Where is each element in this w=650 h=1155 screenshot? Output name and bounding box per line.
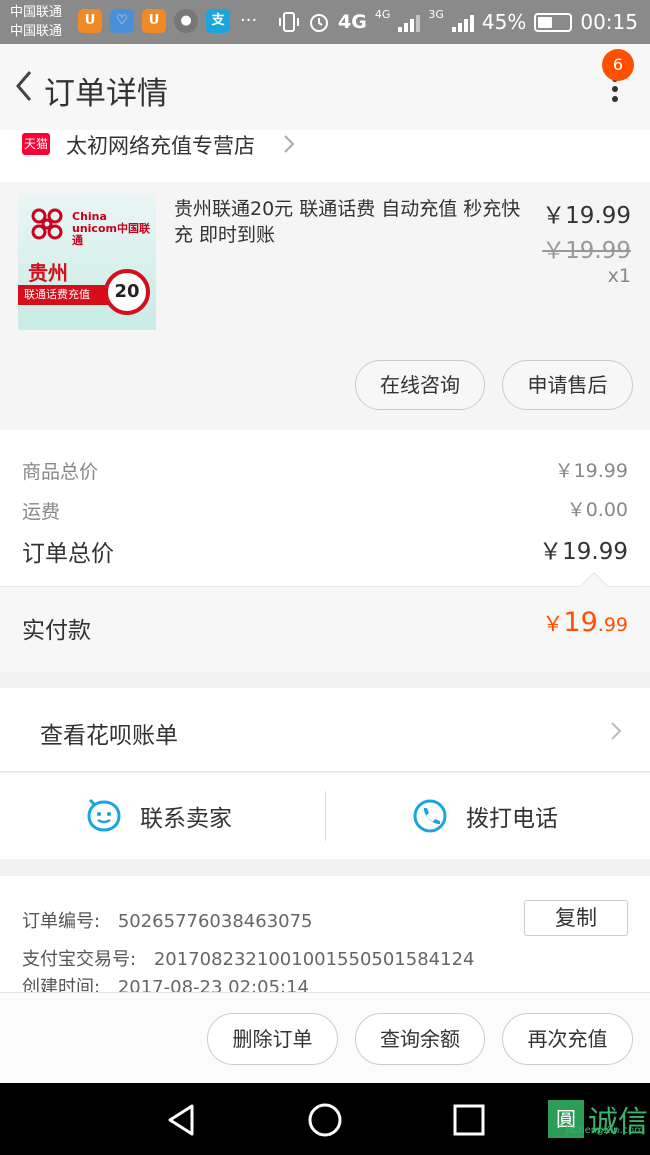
contact-seller-button[interactable]: 联系卖家 — [86, 773, 232, 859]
delete-order-button[interactable]: 删除订单 — [207, 1013, 338, 1065]
order-total-label: 订单总价 — [22, 541, 114, 567]
uc-browser-icon: U — [78, 9, 102, 33]
battery-percent: 45% — [481, 10, 527, 34]
paid-row: 实付款 ￥19.99 — [0, 571, 650, 672]
thumb-brand-line2: unicom中国联通 — [72, 222, 150, 247]
bottom-action-bar: 删除订单 查询余额 再次充值 — [0, 992, 650, 1083]
system-nav-bar: 圓 诚信 JiChengXin.com — [0, 1083, 650, 1155]
alipay-number-row: 支付宝交易号: 2017082321001001550501584124 — [22, 945, 474, 971]
contact-seller-label: 联系卖家 — [140, 806, 232, 832]
network-3g-label: 3G — [428, 8, 444, 21]
chat-bubble-icon — [87, 798, 121, 832]
product-price: ￥19.99 — [542, 203, 631, 229]
paid-currency: ￥ — [542, 612, 564, 636]
created-time-value: 2017-08-23 02:05:14 — [117, 977, 309, 992]
consult-button[interactable]: 在线咨询 — [355, 360, 485, 410]
chevron-right-icon — [284, 135, 295, 153]
created-time-label: 创建时间: — [22, 977, 101, 992]
alipay-number-value: 2017082321001001550501584124 — [153, 949, 475, 970]
order-number-value: 50265776038463075 — [117, 911, 313, 932]
paid-integer: 19 — [563, 607, 598, 638]
call-label: 拨打电话 — [466, 806, 558, 832]
product-item[interactable]: China unicom中国联通 贵州 联通话费充值 20 贵州联通20元 联通… — [0, 182, 650, 430]
nav-home-icon[interactable] — [306, 1101, 344, 1139]
huabei-bill-row[interactable]: 查看花呗账单 — [0, 688, 650, 772]
clock: 00:15 — [580, 10, 638, 34]
page-title: 订单详情 — [44, 76, 168, 112]
uc-browser-icon: U — [142, 9, 166, 33]
order-number-label: 订单编号: — [22, 911, 101, 932]
thumb-ribbon: 联通话费充值 — [18, 285, 118, 305]
alarm-icon — [310, 14, 329, 32]
nav-back-icon[interactable] — [162, 1101, 200, 1139]
contact-bar: 联系卖家 拨打电话 — [0, 773, 650, 859]
notification-badge: 6 — [602, 49, 634, 81]
product-original-price: ￥19.99 — [542, 238, 631, 264]
shipping-value: ￥0.00 — [566, 499, 628, 521]
order-info: 订单编号: 50265776038463075 复制 支付宝交易号: 20170… — [0, 876, 650, 992]
thumb-province: 贵州 — [28, 261, 68, 285]
copy-button[interactable]: 复制 — [524, 900, 628, 936]
tmall-logo: 天猫 — [22, 133, 50, 155]
order-total-value: ￥19.99 — [539, 539, 628, 565]
carrier-labels: 中国联通 中国联通 — [10, 3, 62, 41]
store-name: 太初网络充值专营店 — [66, 134, 255, 158]
battery-icon — [534, 12, 573, 32]
store-row[interactable]: 天猫 太初网络充值专营店 — [0, 130, 650, 182]
paid-label: 实付款 — [22, 618, 91, 644]
thumb-amount: 20 — [104, 269, 150, 315]
watermark-sub: JiChengXin.com — [565, 1125, 644, 1136]
alipay-icon: 支 — [206, 9, 230, 33]
chevron-right-icon — [611, 722, 622, 740]
vibrate-icon — [279, 12, 300, 32]
aftersale-button[interactable]: 申请售后 — [502, 360, 633, 410]
shipping-label: 运费 — [22, 501, 61, 523]
divider — [325, 791, 326, 841]
created-time-row: 创建时间: 2017-08-23 02:05:14 — [22, 973, 309, 992]
alipay-number-label: 支付宝交易号: — [22, 949, 137, 970]
product-thumbnail[interactable]: China unicom中国联通 贵州 联通话费充值 20 — [18, 193, 156, 330]
signal-icon — [398, 12, 421, 32]
order-number-row: 订单编号: 50265776038463075 — [22, 907, 313, 933]
china-unicom-logo — [31, 208, 63, 240]
call-button[interactable]: 拨打电话 — [412, 773, 558, 859]
recharge-again-button[interactable]: 再次充值 — [502, 1013, 633, 1065]
product-title[interactable]: 贵州联通20元 联通话费 自动充值 秒充快充 即时到账 — [174, 196, 524, 248]
health-icon: ♡ — [110, 9, 134, 33]
status-right: 4G 4G 3G 45% 00:15 — [278, 8, 638, 36]
goods-total-value: ￥19.99 — [554, 460, 628, 482]
paid-decimal: .99 — [597, 614, 628, 636]
carrier-2: 中国联通 — [10, 24, 63, 39]
price-summary: 商品总价 ￥19.99 运费 ￥0.00 订单总价 ￥19.99 — [0, 430, 650, 586]
signal-icon-2 — [451, 12, 474, 32]
avatar-icon: ● — [174, 9, 198, 33]
back-icon[interactable] — [10, 68, 40, 104]
network-4g-label: 4G — [338, 11, 367, 33]
battery-fill — [538, 16, 553, 28]
thumb-brand: China unicom中国联通 — [72, 211, 156, 247]
network-4g-small-label: 4G — [374, 8, 391, 21]
goods-total-label: 商品总价 — [22, 461, 99, 483]
status-bar: 中国联通 中国联通 U ♡ U ● 支 ··· 4G 4G 3G 45% 00:… — [0, 0, 650, 44]
nav-recents-icon[interactable] — [450, 1101, 488, 1139]
phone-icon — [413, 799, 447, 833]
huabei-bill-label: 查看花呗账单 — [40, 723, 178, 749]
product-quantity: x1 — [607, 265, 631, 287]
carrier-1: 中国联通 — [10, 5, 63, 20]
overflow-icon: ··· — [240, 10, 258, 31]
nav-header: 订单详情 6 — [0, 44, 650, 130]
paid-amount: ￥19.99 — [542, 607, 628, 638]
query-balance-button[interactable]: 查询余额 — [355, 1013, 485, 1065]
